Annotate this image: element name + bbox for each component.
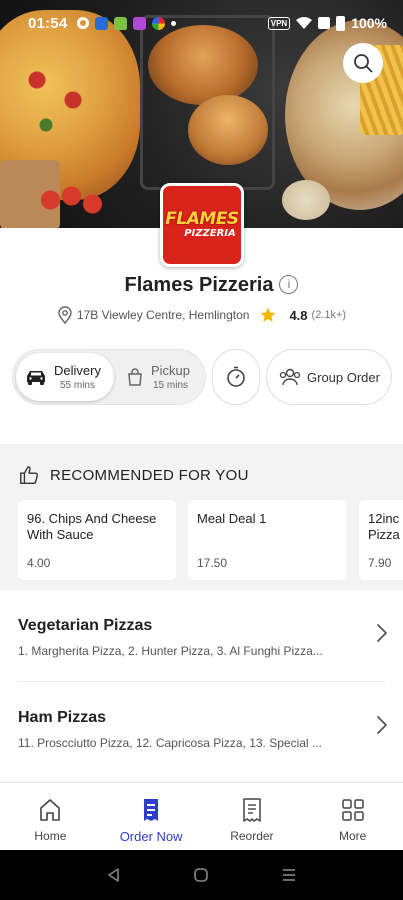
group-order-label: Group Order bbox=[307, 369, 380, 385]
bag-icon bbox=[128, 368, 142, 386]
vpn-icon: VPN bbox=[267, 16, 291, 30]
android-notification-icon bbox=[114, 16, 128, 30]
pickup-label: Pickup bbox=[151, 363, 191, 378]
chevron-right-icon bbox=[377, 716, 387, 734]
group-icon bbox=[279, 368, 301, 386]
category-items: 11. Proscciutto Pizza, 12. Capricosa Piz… bbox=[18, 736, 322, 750]
nav-more[interactable]: More bbox=[302, 783, 403, 850]
location-pin-icon bbox=[58, 306, 72, 324]
item-price: 7.90 bbox=[368, 556, 392, 570]
menu-category[interactable]: Ham Pizzas 11. Proscciutto Pizza, 12. Ca… bbox=[0, 682, 403, 774]
category-items: 1. Margherita Pizza, 2. Hunter Pizza, 3.… bbox=[18, 644, 323, 658]
info-icon[interactable]: i bbox=[279, 275, 299, 294]
timer-icon bbox=[227, 366, 245, 387]
star-icon bbox=[260, 307, 276, 322]
rating-value: 4.8 bbox=[289, 307, 308, 323]
item-name: 96. Chips And Cheese With Sauce bbox=[27, 511, 157, 542]
menu-category[interactable]: Vegetarian Pizzas 1. Margherita Pizza, 2… bbox=[0, 590, 403, 682]
system-navigation-bar bbox=[0, 850, 403, 900]
bottom-navigation: Home Order Now Reorder More bbox=[0, 782, 403, 850]
restaurant-name: Flames Pizzeria bbox=[124, 274, 274, 296]
settings-notification-icon bbox=[77, 17, 90, 29]
recommended-item[interactable]: 12inc Pizza 7.90 bbox=[359, 500, 403, 580]
category-title: Vegetarian Pizzas bbox=[18, 617, 153, 634]
wifi-icon bbox=[296, 17, 313, 29]
category-title: Ham Pizzas bbox=[18, 709, 107, 726]
dip-image bbox=[282, 180, 330, 220]
nav-order-now[interactable]: Order Now bbox=[101, 783, 202, 850]
battery-percent: 100% bbox=[351, 15, 387, 31]
delivery-label: Delivery bbox=[54, 363, 101, 378]
review-count[interactable]: (2.1k+) bbox=[312, 309, 347, 321]
nav-more-label: More bbox=[338, 829, 367, 843]
recommended-item[interactable]: 96. Chips And Cheese With Sauce 4.00 bbox=[18, 500, 176, 580]
order-now-icon bbox=[144, 799, 159, 821]
item-price: 17.50 bbox=[197, 556, 228, 570]
schedule-button[interactable] bbox=[212, 349, 260, 405]
pickup-time: 15 mins bbox=[153, 380, 189, 391]
nav-reorder[interactable]: Reorder bbox=[202, 783, 303, 850]
item-price: 4.00 bbox=[27, 556, 51, 570]
burger-image-2 bbox=[188, 95, 268, 165]
search-button[interactable] bbox=[343, 43, 383, 83]
status-time: 01:54 bbox=[28, 14, 68, 32]
car-icon bbox=[27, 371, 45, 385]
battery-icon bbox=[336, 15, 346, 31]
recents-icon[interactable] bbox=[281, 867, 297, 883]
home-icon bbox=[40, 799, 61, 821]
tomatoes-image bbox=[40, 180, 110, 220]
search-icon bbox=[354, 54, 373, 73]
grid-icon bbox=[341, 799, 364, 821]
order-mode-toggle: Delivery 55 mins Pickup 15 mins bbox=[12, 349, 206, 405]
item-name: Meal Deal 1 bbox=[197, 511, 267, 526]
address-row: 17B Viewley Centre, Hemlington 4.8 (2.1k… bbox=[0, 306, 403, 324]
thumbs-up-icon bbox=[20, 466, 38, 484]
restaurant-title-row: Flames Pizzeria i bbox=[0, 274, 403, 297]
delivery-option[interactable]: Delivery 55 mins bbox=[16, 353, 114, 401]
pickup-option[interactable]: Pickup 15 mins bbox=[121, 353, 207, 401]
notification-icons bbox=[77, 16, 177, 30]
nav-reorder-label: Reorder bbox=[230, 829, 274, 843]
recommended-title: RECOMMENDED FOR YOU bbox=[50, 466, 249, 484]
nav-home-label: Home bbox=[34, 829, 67, 843]
delivery-time: 55 mins bbox=[59, 380, 95, 391]
restaurant-address[interactable]: 17B Viewley Centre, Hemlington bbox=[77, 308, 250, 322]
home-circle-icon[interactable] bbox=[193, 867, 209, 883]
logo-text-pizzeria: PIZZERIA bbox=[184, 228, 236, 239]
chevron-right-icon bbox=[377, 624, 387, 642]
status-bar: 01:54 VPN 100% bbox=[0, 0, 403, 46]
signal-off-icon bbox=[318, 17, 331, 29]
receipt-icon bbox=[243, 798, 261, 822]
recommended-item[interactable]: Meal Deal 1 17.50 bbox=[188, 500, 346, 580]
group-order-button[interactable]: Group Order bbox=[266, 349, 392, 405]
recommended-section: RECOMMENDED FOR YOU 96. Chips And Cheese… bbox=[0, 444, 403, 590]
logo-text-flames: FLAMES bbox=[165, 209, 239, 229]
item-name: 12inc Pizza bbox=[368, 511, 400, 542]
chrome-notification-icon bbox=[152, 16, 166, 30]
more-notifications-icon bbox=[171, 20, 177, 26]
app-notification-icon bbox=[133, 16, 147, 30]
recommended-header: RECOMMENDED FOR YOU bbox=[18, 464, 249, 486]
nav-order-now-label: Order Now bbox=[119, 829, 183, 844]
nav-home[interactable]: Home bbox=[0, 783, 101, 850]
restaurant-logo: FLAMES PIZZERIA bbox=[160, 183, 244, 267]
messenger-notification-icon bbox=[95, 16, 109, 30]
back-icon[interactable] bbox=[106, 867, 122, 883]
